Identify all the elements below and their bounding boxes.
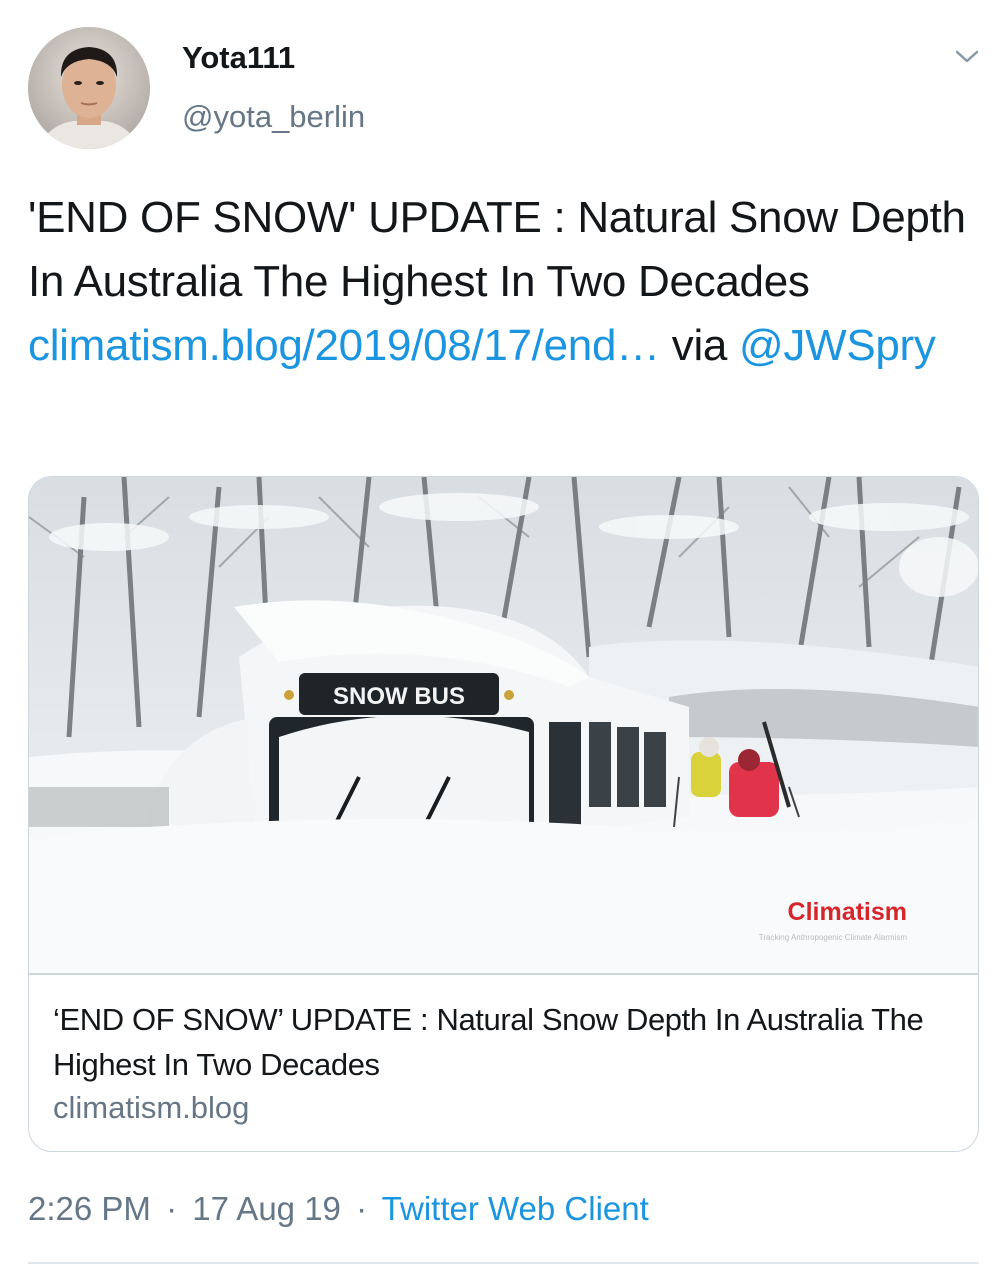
separator: · <box>166 1190 178 1227</box>
tweet-meta: 2:26 PM · 17 Aug 19 · Twitter Web Client <box>28 1190 649 1228</box>
separator: · <box>356 1190 368 1227</box>
card-title[interactable]: ‘END OF SNOW’ UPDATE : Natural Snow Dept… <box>53 997 953 1087</box>
bus-sign-text: SNOW BUS <box>333 683 465 710</box>
tweet-date[interactable]: 17 Aug 19 <box>192 1190 341 1227</box>
brand-tagline: Tracking Anthropogenic Climate Alarmism <box>759 933 908 942</box>
avatar[interactable] <box>28 27 150 149</box>
tweet-text: 'END OF SNOW' UPDATE : Natural Snow Dept… <box>28 186 978 378</box>
divider <box>28 1262 979 1264</box>
link-card[interactable]: SNOW BUS Climatism Tracking Anthropogeni… <box>28 476 979 1152</box>
chevron-down-icon[interactable] <box>952 44 982 68</box>
mention-link[interactable]: @JWSpry <box>739 321 936 370</box>
card-image: SNOW BUS Climatism Tracking Anthropogeni… <box>29 477 978 973</box>
card-divider <box>29 973 978 975</box>
user-handle[interactable]: @yota_berlin <box>182 99 365 135</box>
tweet-source[interactable]: Twitter Web Client <box>382 1190 649 1227</box>
tweet-link[interactable]: climatism.blog/2019/08/17/end… <box>28 321 660 370</box>
via-text: via <box>659 321 740 370</box>
display-name[interactable]: Yota111 <box>182 40 295 76</box>
tweet-body: 'END OF SNOW' UPDATE : Natural Snow Dept… <box>28 193 966 306</box>
tweet-time[interactable]: 2:26 PM <box>28 1190 151 1227</box>
brand-watermark: Climatism <box>788 898 907 926</box>
profile-photo-icon <box>28 27 150 149</box>
card-domain: climatism.blog <box>53 1090 250 1125</box>
